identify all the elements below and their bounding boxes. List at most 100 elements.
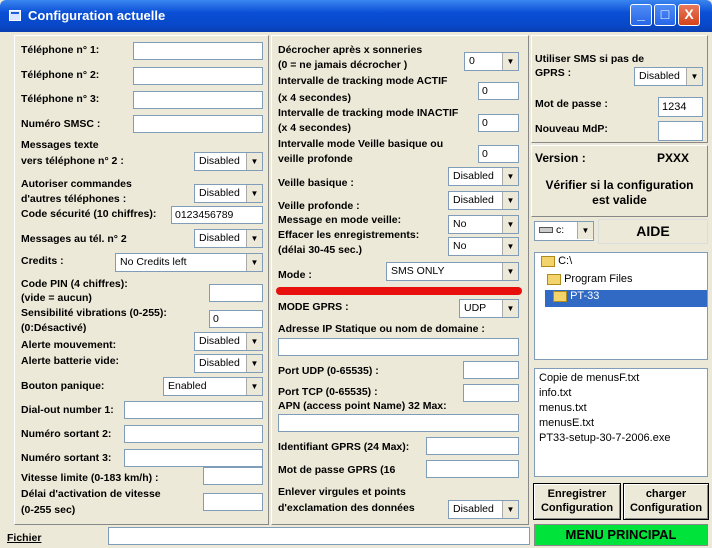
enregistrer-configuration-button[interactable]: Enregistrer Configuration bbox=[533, 483, 621, 520]
chevron-down-icon: ▼ bbox=[246, 153, 262, 170]
chevron-down-icon: ▼ bbox=[502, 168, 518, 185]
folder-item-selected[interactable]: PT-33 bbox=[545, 290, 707, 307]
vitesse-input[interactable] bbox=[203, 467, 263, 485]
tel2-label: Téléphone n° 2: bbox=[21, 69, 100, 81]
folder-list[interactable]: C:\ Program Files PT-33 bbox=[534, 252, 708, 360]
port-udp-label: Port UDP (0-65535) : bbox=[278, 365, 379, 377]
fichier-input[interactable] bbox=[108, 527, 530, 545]
enlever-label-2: d'exclamation des données bbox=[278, 502, 415, 514]
autoriser-value: Disabled bbox=[199, 187, 240, 199]
gprs-mode-select[interactable]: UDP ▼ bbox=[459, 299, 519, 318]
autoriser-select[interactable]: Disabled ▼ bbox=[194, 184, 263, 203]
minimize-button[interactable]: _ bbox=[630, 4, 652, 26]
apn-label: APN (access point Name) 32 Max: bbox=[278, 400, 447, 412]
alerte-batterie-select[interactable]: Disabled ▼ bbox=[194, 354, 263, 373]
menu-principal-button[interactable]: MENU PRINCIPAL bbox=[534, 524, 708, 546]
pin-label: Code PIN (4 chiffres): bbox=[21, 278, 128, 290]
file-list[interactable]: Copie de menusF.txt info.txt menus.txt m… bbox=[534, 368, 708, 477]
maximize-button[interactable]: □ bbox=[654, 4, 676, 26]
delai-vitesse-label: Délai d'activation de vitesse bbox=[21, 488, 161, 500]
code-securite-input[interactable]: 0123456789 bbox=[171, 206, 263, 224]
tel3-input[interactable] bbox=[133, 91, 263, 109]
tel1-label: Téléphone n° 1: bbox=[21, 44, 100, 56]
inactif-input[interactable]: 0 bbox=[478, 114, 519, 132]
mdp-gprs-input[interactable] bbox=[426, 460, 519, 478]
dialout-input[interactable] bbox=[124, 401, 263, 419]
veille-intervalle-input[interactable]: 0 bbox=[478, 145, 519, 163]
folder-label: C:\ bbox=[558, 255, 573, 267]
sortant3-input[interactable] bbox=[124, 449, 263, 467]
autoriser-label-2: d'autres téléphones : bbox=[21, 193, 127, 205]
alerte-mouvement-select[interactable]: Disabled ▼ bbox=[194, 332, 263, 351]
fichier-label: Fichier bbox=[7, 532, 42, 544]
file-item[interactable]: Copie de menusF.txt bbox=[539, 371, 703, 386]
ident-gprs-input[interactable] bbox=[426, 437, 519, 455]
smsc-input[interactable] bbox=[133, 115, 263, 133]
veille-basique-select[interactable]: Disabled ▼ bbox=[448, 167, 519, 186]
msg-tel2-select[interactable]: Disabled ▼ bbox=[194, 229, 263, 248]
autoriser-label: Autoriser commandes bbox=[21, 178, 132, 190]
mode-value: SMS ONLY bbox=[391, 265, 445, 277]
folder-item[interactable]: Program Files bbox=[547, 273, 633, 289]
actif-input[interactable]: 0 bbox=[478, 82, 519, 100]
actif-label-2: (x 4 secondes) bbox=[278, 92, 351, 104]
alerte-mouvement-label: Alerte mouvement: bbox=[21, 339, 117, 351]
veille-intervalle-label: Intervalle mode Veille basique ou bbox=[278, 138, 444, 150]
actif-label: Intervalle de tracking mode ACTIF bbox=[278, 75, 448, 87]
drive-value: c: bbox=[556, 224, 565, 236]
chevron-down-icon: ▼ bbox=[502, 53, 518, 70]
close-button[interactable]: X bbox=[678, 4, 700, 26]
ip-input[interactable] bbox=[278, 338, 519, 356]
decrocher-label-2: (0 = ne jamais décrocher ) bbox=[278, 59, 408, 71]
chevron-down-icon: ▼ bbox=[502, 501, 518, 518]
charger-configuration-button[interactable]: charger Configuration bbox=[623, 483, 709, 520]
file-item[interactable]: menusE.txt bbox=[539, 416, 703, 431]
mode-select[interactable]: SMS ONLY ▼ bbox=[386, 262, 519, 281]
sortant2-label: Numéro sortant 2: bbox=[21, 428, 112, 440]
file-item[interactable]: PT33-setup-30-7-2006.exe bbox=[539, 431, 703, 446]
open-folder-icon bbox=[553, 290, 567, 302]
ident-gprs-label: Identifiant GPRS (24 Max): bbox=[278, 441, 410, 453]
panique-select[interactable]: Enabled ▼ bbox=[163, 377, 263, 396]
chevron-down-icon: ▼ bbox=[686, 68, 702, 85]
port-udp-input[interactable] bbox=[463, 361, 519, 379]
red-divider bbox=[276, 287, 522, 295]
tel2-input[interactable] bbox=[133, 67, 263, 85]
sms-gprs-label: Utiliser SMS si pas de bbox=[535, 53, 645, 65]
nouveau-mdp-input[interactable] bbox=[658, 121, 703, 141]
verify-config-button[interactable]: Vérifier si la configuration est valide bbox=[536, 178, 703, 208]
sensibilite-label: Sensibilité vibrations (0-255): bbox=[21, 307, 167, 319]
file-item[interactable]: menus.txt bbox=[539, 401, 703, 416]
delai-vitesse-input[interactable] bbox=[203, 493, 263, 511]
sensibilite-input[interactable]: 0 bbox=[209, 310, 263, 328]
apn-input[interactable] bbox=[278, 414, 519, 432]
msg-veille-select[interactable]: No ▼ bbox=[448, 215, 519, 234]
ip-label: Adresse IP Statique ou nom de domaine : bbox=[278, 323, 485, 335]
msg-texte-label-2: vers téléphone n° 2 : bbox=[21, 155, 124, 167]
decrocher-select[interactable]: 0 ▼ bbox=[464, 52, 519, 71]
veille-profonde-select[interactable]: Disabled ▼ bbox=[448, 191, 519, 210]
drive-select[interactable]: c: ▼ bbox=[534, 221, 594, 241]
chevron-down-icon: ▼ bbox=[246, 378, 262, 395]
gprs-mode-value: UDP bbox=[464, 302, 487, 314]
folder-item[interactable]: C:\ bbox=[541, 255, 572, 271]
version-value: PXXX bbox=[657, 151, 690, 165]
alerte-mouvement-value: Disabled bbox=[199, 335, 240, 347]
file-item[interactable]: info.txt bbox=[539, 386, 703, 401]
sortant2-input[interactable] bbox=[124, 425, 263, 443]
msg-veille-label: Message en mode veille: bbox=[278, 214, 402, 226]
pin-input[interactable] bbox=[209, 284, 263, 302]
enlever-select[interactable]: Disabled ▼ bbox=[448, 500, 519, 519]
effacer-select[interactable]: No ▼ bbox=[448, 237, 519, 256]
veille-basique-label: Veille basique : bbox=[278, 177, 354, 189]
sms-gprs-select[interactable]: Disabled ▼ bbox=[634, 67, 703, 86]
aide-button[interactable]: AIDE bbox=[598, 219, 708, 244]
veille-profonde-label: Veille profonde : bbox=[278, 200, 360, 212]
chevron-down-icon: ▼ bbox=[246, 230, 262, 247]
credits-select[interactable]: No Credits left ▼ bbox=[115, 253, 263, 272]
msg-texte-select[interactable]: Disabled ▼ bbox=[194, 152, 263, 171]
mot-de-passe-input[interactable]: 1234 bbox=[658, 97, 703, 117]
port-tcp-input[interactable] bbox=[463, 384, 519, 402]
tel1-input[interactable] bbox=[133, 42, 263, 60]
drive-icon bbox=[539, 227, 553, 234]
